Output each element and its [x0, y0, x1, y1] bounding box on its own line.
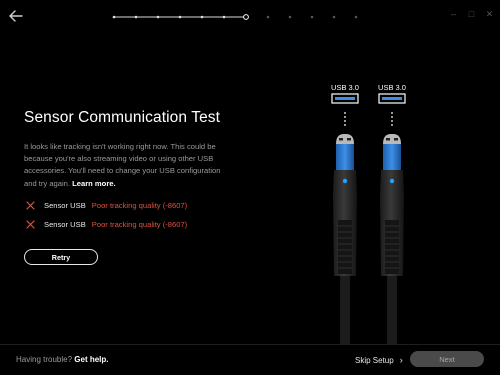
help-prompt-text: Having trouble?: [16, 355, 73, 364]
x-icon: [26, 219, 35, 229]
help-prompt: Having trouble? Get help.: [16, 355, 109, 364]
status-item-error: Poor tracking quality (-8607): [91, 219, 188, 229]
chevron-right-icon: ›: [399, 355, 403, 365]
progress-step-pending: [310, 15, 314, 19]
usb-cable: [380, 134, 404, 345]
progress-step-pending: [332, 15, 336, 19]
status-item-label: Sensor USB: [44, 219, 86, 229]
status-item: Sensor USB Poor tracking quality (-8607): [26, 199, 187, 211]
progress-step-done: [222, 15, 226, 19]
progress-step-done: [134, 15, 138, 19]
progress-step-done: [200, 15, 204, 19]
next-button[interactable]: Next: [410, 351, 484, 367]
usb-cable: [333, 134, 357, 345]
progress-step-done: [156, 15, 160, 19]
footer-divider: [0, 344, 500, 345]
setup-progress-indicator: [112, 14, 358, 20]
close-icon[interactable]: ✕: [485, 8, 494, 20]
progress-step-pending: [266, 15, 270, 19]
progress-step-done: [178, 15, 182, 19]
retry-button[interactable]: Retry: [24, 249, 98, 265]
status-item-label: Sensor USB: [44, 200, 86, 210]
skip-setup-label: Skip Setup: [355, 355, 394, 365]
port-label: USB 3.0: [378, 83, 406, 92]
description-text: It looks like tracking isn't working rig…: [24, 141, 234, 190]
top-bar: – □ ✕: [0, 0, 500, 32]
skip-setup-button[interactable]: Skip Setup ›: [355, 355, 403, 365]
status-item-error: Poor tracking quality (-8607): [91, 200, 188, 210]
progress-step-pending: [288, 15, 292, 19]
window-controls: – □ ✕: [449, 8, 494, 20]
back-button[interactable]: [7, 8, 25, 24]
status-item: Sensor USB Poor tracking quality (-8607): [26, 218, 187, 230]
page-title: Sensor Communication Test: [24, 109, 221, 126]
maximize-icon[interactable]: □: [467, 8, 476, 20]
learn-more-link[interactable]: Learn more.: [72, 179, 115, 188]
port-label: USB 3.0: [331, 83, 359, 92]
get-help-link[interactable]: Get help.: [74, 355, 108, 364]
description-body: It looks like tracking isn't working rig…: [24, 142, 221, 188]
progress-step-done: [112, 15, 116, 19]
minimize-icon[interactable]: –: [449, 8, 458, 20]
progress-step-pending: [354, 15, 358, 19]
usb-ports-illustration: USB 3.0 USB 3.0: [331, 83, 406, 345]
x-icon: [26, 200, 35, 210]
arrow-left-icon: [9, 10, 23, 22]
progress-step-current: [243, 14, 249, 20]
